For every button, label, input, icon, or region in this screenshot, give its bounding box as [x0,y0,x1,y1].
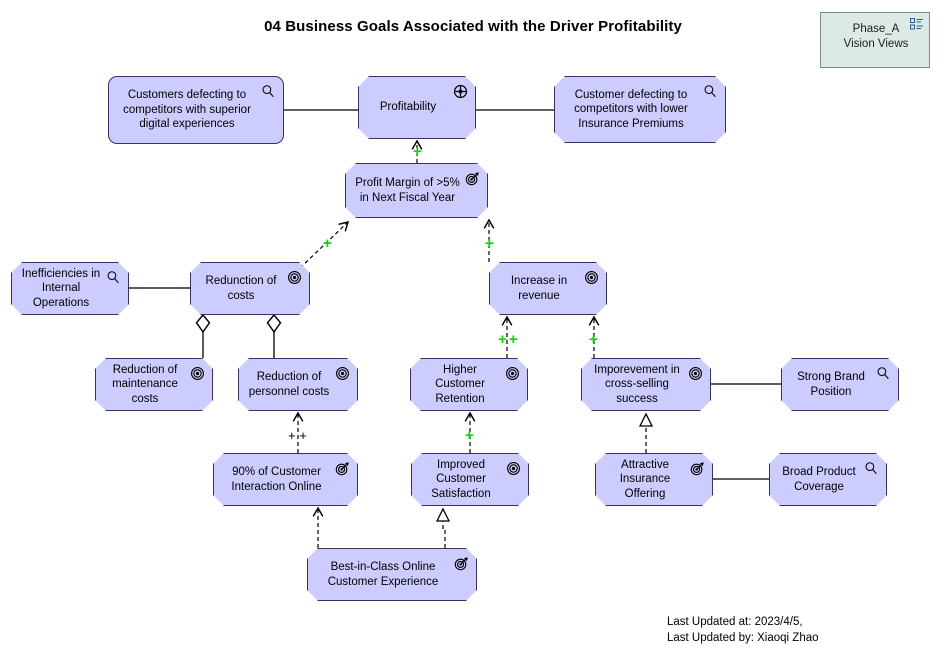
node-profit-margin-5pct[interactable]: Profit Margin of >5% in Next Fiscal Year [345,163,488,218]
influence-marker: + [413,143,422,160]
node-label: Reduction of maintenance costs [112,363,178,405]
node-label: Improved Customer Satisfaction [431,458,491,500]
target-arrow-icon [690,461,705,476]
node-label: Attractive Insurance Offering [619,458,671,500]
node-label: Imporevement in cross-selling success [594,363,680,405]
goal-circles-icon [506,461,521,476]
target-arrow-icon [454,556,469,571]
node-label: Redunction of costs [205,275,277,302]
legend-line-2: Vision Views [843,38,909,50]
node-improvement-cross-selling[interactable]: Imporevement in cross-selling success [581,358,711,411]
goal-circles-icon [505,366,520,381]
goal-circles-icon [190,366,205,381]
influence-marker: + + [288,428,307,443]
influence-marker: + [323,235,332,252]
node-90pct-customer-interaction-online[interactable]: 90% of Customer Interaction Online [213,453,358,506]
steering-wheel-icon [453,84,468,99]
goal-circles-icon [688,366,703,381]
node-customers-defecting-digital[interactable]: Customers defecting to competitors with … [108,76,284,144]
edge-realization [435,507,451,548]
influence-marker: + [465,427,474,444]
diagram-canvas: 04 Business Goals Associated with the Dr… [0,0,946,667]
node-attractive-insurance-offering[interactable]: Attractive Insurance Offering [595,453,713,506]
goal-circles-icon [287,270,302,285]
node-customer-defecting-premiums[interactable]: Customer defecting to competitors with l… [554,76,726,143]
node-label: Reduction of personnel costs [248,371,330,398]
view-legend-box[interactable]: Phase_A Vision Views [820,12,930,68]
last-updated-at: Last Updated at: 2023/4/5, [667,616,803,628]
influence-marker: + [485,235,494,252]
legend-line-1: Phase_A [852,23,900,35]
node-higher-customer-retention[interactable]: Higher Customer Retention [410,358,528,411]
view-grid-icon [910,18,923,30]
goal-circles-icon [335,366,350,381]
magnifier-icon [876,366,891,381]
magnifier-icon [703,84,718,99]
influence-marker: + [589,331,598,348]
node-inefficiencies-internal-ops[interactable]: Inefficiencies in Internal Operations [11,262,129,315]
target-arrow-icon [335,461,350,476]
node-label: Broad Product Coverage [782,466,856,493]
magnifier-icon [262,85,274,98]
node-best-in-class-online-cx[interactable]: Best-in-Class Online Customer Experience [307,548,477,601]
node-profitability[interactable]: Profitability [358,76,476,139]
node-label: Strong Brand Position [797,371,865,398]
node-label: Increase in revenue [510,275,568,302]
node-label: 90% of Customer Interaction Online [231,466,322,493]
node-reduction-maintenance-costs[interactable]: Reduction of maintenance costs [95,358,213,411]
target-arrow-icon [465,171,480,186]
magnifier-icon [106,270,121,285]
node-label: Profit Margin of >5% in Next Fiscal Year [355,177,460,204]
goal-circles-icon [584,270,599,285]
node-broad-product-coverage[interactable]: Broad Product Coverage [769,453,887,506]
magnifier-icon [864,461,879,476]
node-improved-customer-satisfaction[interactable]: Improved Customer Satisfaction [411,453,529,506]
footer-metadata: Last Updated at: 2023/4/5, Last Updated … [667,614,819,646]
node-label: Higher Customer Retention [435,363,485,405]
node-reduction-of-costs[interactable]: Redunction of costs [190,262,310,315]
node-label: Profitability [379,101,437,114]
node-strong-brand-position[interactable]: Strong Brand Position [781,358,899,411]
node-label: Inefficiencies in Internal Operations [21,267,101,309]
node-label: Best-in-Class Online Customer Experience [327,561,439,588]
node-label: Customers defecting to competitors with … [123,89,251,131]
node-increase-in-revenue[interactable]: Increase in revenue [489,262,607,315]
node-label: Customer defecting to competitors with l… [574,88,688,130]
last-updated-by: Last Updated by: Xiaoqi Zhao [667,632,819,644]
node-reduction-personnel-costs[interactable]: Reduction of personnel costs [238,358,358,411]
influence-marker: + + [498,331,518,348]
